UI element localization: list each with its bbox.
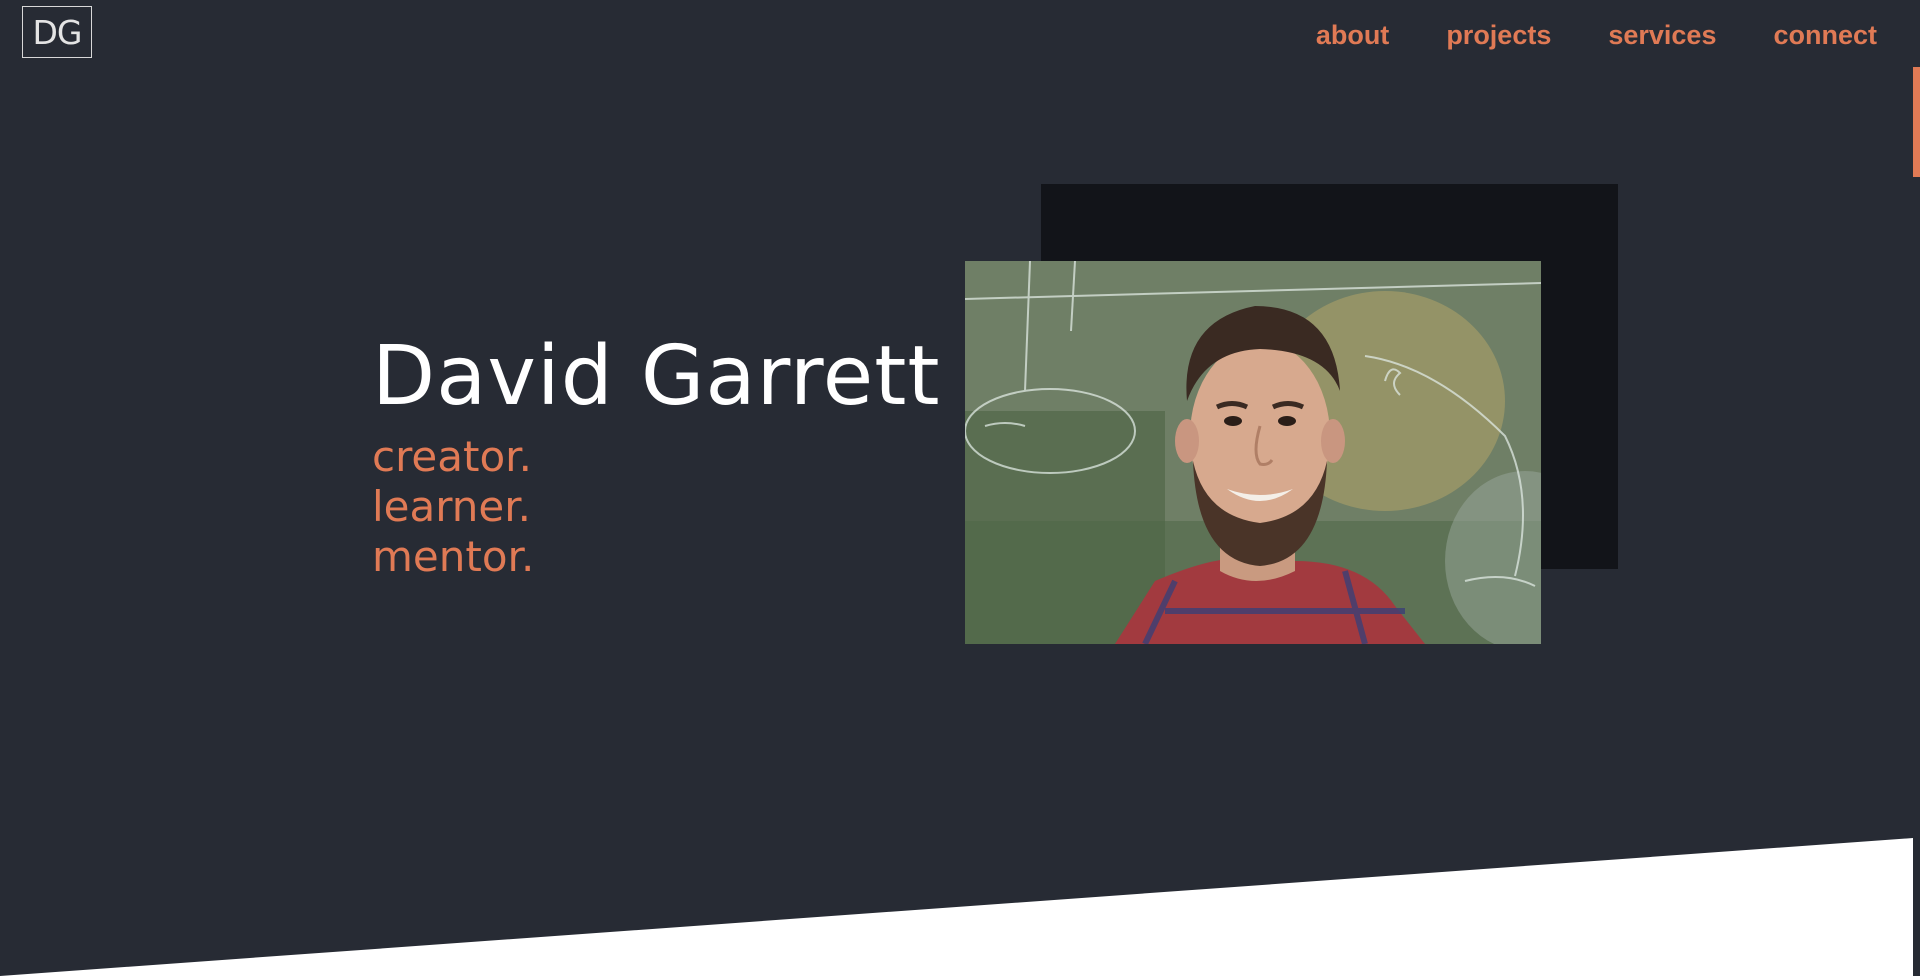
section-divider <box>0 838 1913 976</box>
hero-name: David Garrett <box>372 329 941 424</box>
tagline-learner: learner. <box>372 482 531 531</box>
tagline-list: creator. learner. mentor. <box>372 432 941 582</box>
scrollbar-thumb[interactable] <box>1913 67 1920 177</box>
tagline-mentor: mentor. <box>372 532 535 581</box>
profile-photo <box>965 261 1541 644</box>
main-nav: about projects services connect <box>1316 14 1877 56</box>
tagline-creator: creator. <box>372 432 532 481</box>
nav-link-projects[interactable]: projects <box>1446 14 1551 56</box>
logo[interactable]: DG <box>22 6 92 58</box>
hero-text: David Garrett creator. learner. mentor. <box>372 326 941 582</box>
nav-link-about[interactable]: about <box>1316 14 1390 56</box>
nav-link-connect[interactable]: connect <box>1773 14 1877 56</box>
nav-link-services[interactable]: services <box>1608 14 1716 56</box>
